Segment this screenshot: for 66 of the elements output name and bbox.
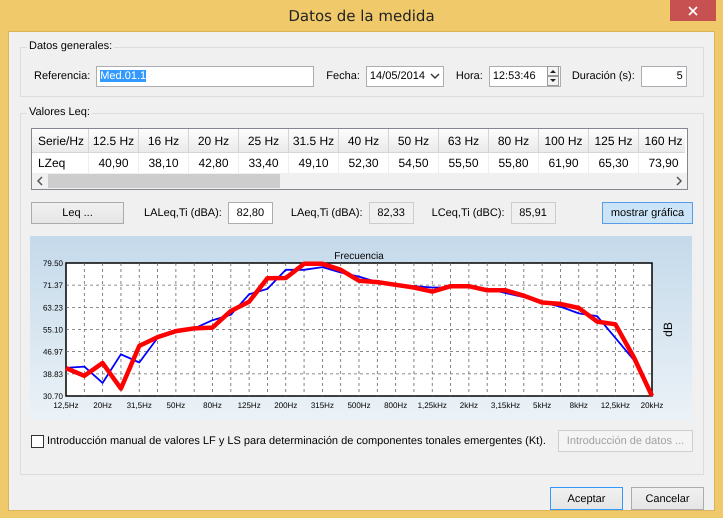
metric-label: LAeq,Ti (dBA): <box>290 206 363 218</box>
axis-tick-label: 20kHz <box>640 401 664 410</box>
axis-tick-label: 12,5Hz <box>53 401 79 410</box>
axis-tick-label: 125Hz <box>238 401 261 410</box>
column-header[interactable]: 160 Hz <box>639 129 685 153</box>
column-header[interactable]: 20 Hz <box>189 129 239 153</box>
metric-field: 82,33 <box>368 202 414 224</box>
axis-tick-label: 55.10 <box>42 326 63 334</box>
axis-tick-label: 5kHz <box>533 401 552 410</box>
duration-field[interactable]: 5 <box>640 66 687 86</box>
cancel-button[interactable]: Cancelar <box>631 487 704 510</box>
date-dropdown[interactable]: 14/05/2014 <box>366 66 444 86</box>
axis-tick-label: 79.50 <box>42 259 63 268</box>
accept-button[interactable]: Aceptar <box>550 487 623 510</box>
time-field[interactable]: 12:53:46 <box>488 66 561 86</box>
axis-tick-label: 38.83 <box>42 370 63 379</box>
axis-tick-label: 20Hz <box>93 401 112 410</box>
axis-tick-label: 71.37 <box>42 281 63 290</box>
window-title: Datos de la medida <box>288 6 435 24</box>
metric-label: LALeq,Ti (dBA): <box>144 206 222 218</box>
axis-tick-label: 50Hz <box>166 401 186 410</box>
column-header[interactable]: 25 Hz <box>239 129 289 153</box>
column-header[interactable]: 63 Hz <box>439 129 489 153</box>
column-header[interactable]: 125 Hz <box>589 129 639 153</box>
leq-button[interactable]: Leq ... <box>31 202 124 224</box>
axis-tick-label: 315Hz <box>310 401 334 410</box>
axis-tick-label: 80Hz <box>203 401 222 410</box>
checkbox-label: Introducción manual de valores LF y LS para determinación de componentes tonales emergentes (Kt). <box>47 435 546 447</box>
field-label: Hora: <box>456 70 483 82</box>
axis-tick-label: 1,25kHz <box>418 401 447 410</box>
field-label: Fecha: <box>326 70 360 82</box>
axis-tick-label: 800Hz <box>384 401 408 410</box>
axis-tick-label: 500Hz <box>347 401 371 410</box>
close-icon <box>688 6 698 16</box>
close-button[interactable] <box>670 0 716 21</box>
axis-tick-label: 200Hz <box>274 401 298 410</box>
chevron-down-icon <box>430 73 440 79</box>
column-header[interactable]: Serie/Hz <box>32 129 89 153</box>
chart-title: Frecuencia <box>334 251 384 262</box>
metric-field: 85,91 <box>510 202 556 224</box>
column-header[interactable]: 80 Hz <box>489 129 539 153</box>
axis-tick-label: 2kHz <box>460 401 478 410</box>
field-label: Referencia: <box>34 70 90 82</box>
axis-tick-label: 31,5Hz <box>126 401 152 410</box>
scrollbar[interactable] <box>32 173 687 189</box>
column-header[interactable]: 100 Hz <box>539 129 589 153</box>
column-header[interactable]: 12.5 Hz <box>89 129 139 153</box>
metric-label: LCeq,Ti (dBC): <box>432 206 505 218</box>
metric-field[interactable]: 82,80 <box>228 202 273 224</box>
column-header[interactable]: 16 Hz <box>139 129 189 153</box>
field-label: Duración (s): <box>572 70 635 82</box>
axis-tick-label: 63.23 <box>42 303 63 312</box>
axis-tick-label: 46.97 <box>42 348 63 357</box>
column-header[interactable]: 40 Hz <box>339 129 389 153</box>
group-label: Datos generales: <box>27 40 114 52</box>
axis-tick-label: 3,15kHz <box>490 401 520 410</box>
axis-label: dB <box>661 322 675 337</box>
column-header[interactable]: 31.5 Hz <box>289 129 339 153</box>
axis-tick-label: 8kHz <box>570 401 588 410</box>
column-header[interactable]: 50 Hz <box>389 129 439 153</box>
axis-tick-label: 12,5kHz <box>600 401 630 410</box>
group-label: Valores Leq: <box>27 106 92 118</box>
show-chart-button[interactable]: mostrar gráfica <box>602 202 693 224</box>
spinner-icon[interactable] <box>546 66 559 86</box>
axis-tick-label: 30.70 <box>42 392 63 401</box>
checkbox[interactable] <box>31 434 44 448</box>
